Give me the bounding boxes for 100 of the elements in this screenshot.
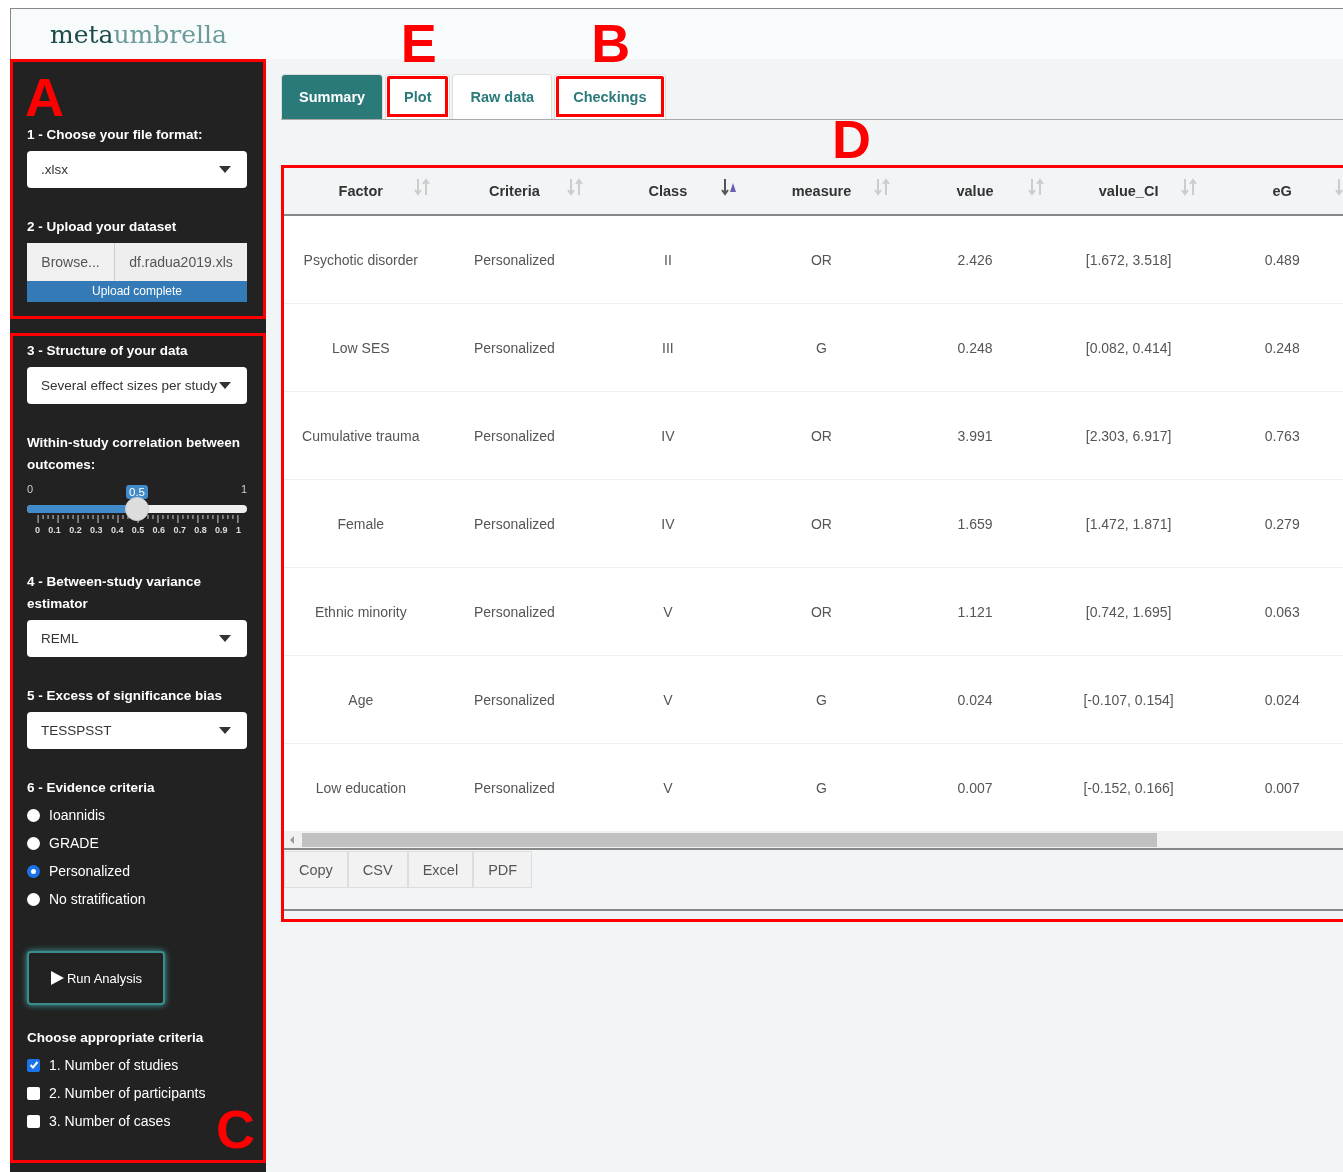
annotation-letter: E [400,16,437,70]
table-cell: [2.303, 6.917] [1085,427,1172,444]
tick-label: 0.9 [215,525,228,535]
dropdown-field[interactable]: .xlsx [27,151,247,188]
radio-button[interactable] [27,892,40,906]
field-label: 4 - Between-study variance estimator [27,573,203,613]
dropdown-field[interactable]: TESSPSST [27,712,247,749]
slider[interactable] [27,497,247,521]
tab[interactable]: Raw data [452,74,553,119]
tick-label: 0.2 [69,525,82,535]
field-label: 3 - Structure of your data [27,342,189,360]
annotation-letter: C [216,1102,255,1156]
option-label[interactable]: No stratification [49,891,146,907]
export-button[interactable]: Copy [284,851,348,888]
table-cell: OR [810,603,832,620]
table-cell: II [664,251,672,268]
table-cell: Personalized [473,515,555,532]
checkbox[interactable] [27,1086,40,1100]
export-button[interactable]: CSV [347,851,408,888]
table-cell: [-0.107, 0.154] [1083,691,1174,708]
table-cell: III [662,339,674,356]
field-label: Within-study correlation between outcomes: [27,434,241,474]
column-header[interactable]: value_CI [1051,168,1206,215]
slider-thumb[interactable] [125,497,149,521]
table-cell: Age [348,691,374,708]
column-header[interactable]: Class [591,168,745,215]
table-cell: IV [661,427,675,444]
field-label: 2 - Upload your dataset [27,218,178,236]
column-header[interactable]: measure [744,168,899,215]
table-cell: Low education [315,779,406,796]
table-cell: 0.063 [1264,603,1300,620]
file-name-field[interactable]: df.radua2019.xls [115,243,247,281]
field-label: 1 - Choose your file format: [27,126,204,144]
dropdown-field[interactable]: Several effect sizes per study [27,367,247,404]
table-cell: G [816,691,827,708]
table-cell: OR [810,427,832,444]
table-cell: 0.279 [1264,515,1300,532]
dropdown-field[interactable]: REML [27,620,247,657]
radio-button[interactable] [27,864,40,878]
column-header[interactable]: Criteria [437,168,592,215]
field-label: Choose appropriate criteria [27,1029,205,1047]
table-cell: 3.991 [957,427,993,444]
progress-text: Upload complete [90,284,184,298]
tick-label: 0.4 [110,525,124,535]
option-label[interactable]: 1. Number of studies [49,1057,179,1073]
option-label[interactable]: Ioannidis [49,807,106,823]
tab[interactable]: Plot [385,74,451,119]
column-header[interactable]: value [898,168,1052,215]
tab[interactable]: Summary [281,74,384,119]
export-button[interactable]: Excel [407,851,474,888]
option-label[interactable]: 3. Number of cases [49,1113,171,1129]
table-cell: 0.763 [1264,427,1300,444]
table-cell: OR [810,251,832,268]
tick-label: 1 [235,525,241,535]
table-cell: Personalized [473,339,555,356]
radio-button[interactable] [27,808,40,822]
table-cell: [1.672, 3.518] [1085,251,1172,268]
field-label: 6 - Evidence criteria [27,779,156,797]
table-cell: 1.659 [957,515,993,532]
table-cell: V [663,779,673,796]
annotation-letter: D [832,112,871,166]
annotation-letter: B [591,16,631,70]
field-label: 5 - Excess of significance bias [27,687,224,705]
table-cell: Low SES [332,339,390,356]
run-analysis-button[interactable]: Run Analysis [27,951,165,1005]
table-cell: 0.248 [957,339,993,356]
tick-label: 0 [35,525,40,535]
table-cell: 0.007 [1264,779,1300,796]
table-cell: [0.742, 1.695] [1085,603,1172,620]
option-label[interactable]: Personalized [49,863,130,879]
sort-icon[interactable] [720,178,737,196]
table-cell: Personalized [473,251,555,268]
export-button[interactable]: PDF [473,851,533,888]
table-cell: Cumulative trauma [302,427,420,444]
tick-label: 0.1 [48,525,61,535]
play-icon [49,971,64,985]
option-label[interactable]: 2. Number of participants [49,1085,206,1101]
tick-label: 0.8 [194,525,207,535]
table-cell: V [663,691,673,708]
table-cell: Personalized [473,691,555,708]
tick-label: 0.7 [173,525,186,535]
option-label[interactable]: GRADE [49,835,99,851]
column-header[interactable]: Factor [284,168,438,215]
horizontal-scrollbar[interactable] [284,831,1343,850]
table-cell: [-0.152, 0.166] [1083,779,1174,796]
table-cell: 1.121 [957,603,993,620]
table-cell: Psychotic disorder [303,251,418,268]
annotation-letter: A [25,70,64,124]
column-header[interactable]: eG [1205,168,1343,215]
checkbox[interactable] [27,1114,40,1128]
table-cell: OR [810,515,832,532]
table-cell: [1.472, 1.871] [1085,515,1172,532]
checkbox[interactable] [27,1058,40,1072]
table-cell: IV [661,515,675,532]
radio-button[interactable] [27,836,40,850]
caret-icon [219,635,231,642]
tab[interactable]: Checkings [554,74,666,119]
slider-min: 0 [27,483,34,497]
slider-max: 1 [240,483,247,497]
table-cell: Personalized [473,779,555,796]
